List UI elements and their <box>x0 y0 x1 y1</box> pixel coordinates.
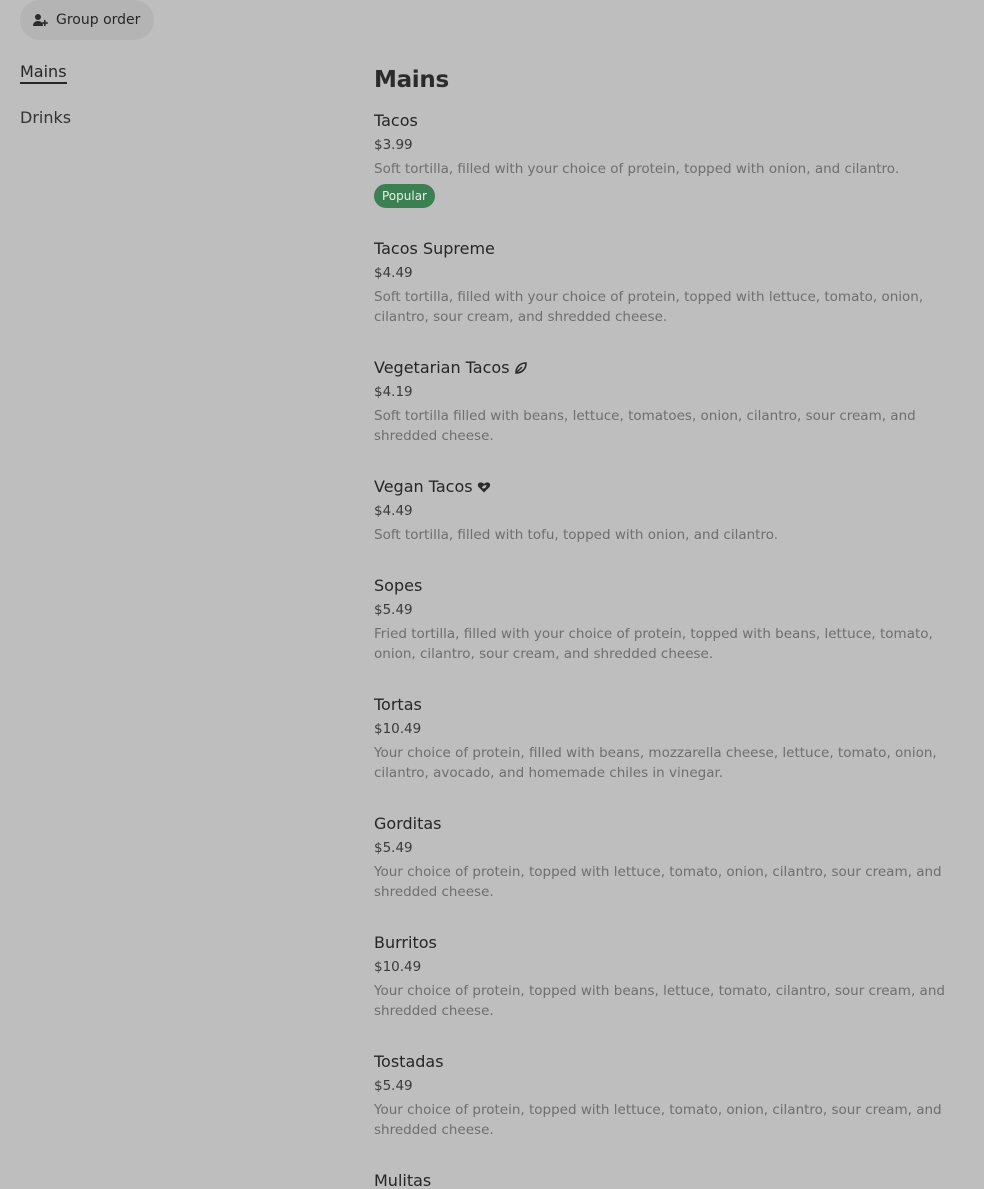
section-title: Mains <box>374 67 449 93</box>
menu-item[interactable]: Sopes $5.49 Fried tortilla, filled with … <box>374 575 954 664</box>
menu-content: Mains Tacos $3.99 Soft tortilla, filled … <box>374 64 954 1189</box>
item-price: $5.49 <box>374 602 413 618</box>
group-order-button[interactable]: Group order <box>20 0 154 40</box>
menu-item[interactable]: Burritos $10.49 Your choice of protein, … <box>374 932 954 1021</box>
item-price: $4.19 <box>374 384 413 400</box>
menu-item[interactable]: Tostadas $5.49 Your choice of protein, t… <box>374 1051 954 1140</box>
item-price: $10.49 <box>374 721 422 737</box>
item-description: Your choice of protein, topped with bean… <box>374 983 945 1019</box>
menu-item[interactable]: Mulitas <box>374 1170 954 1189</box>
item-description: Soft tortilla, filled with your choice o… <box>374 161 900 177</box>
item-description: Soft tortilla, filled with your choice o… <box>374 289 924 325</box>
item-price: $3.99 <box>374 137 413 153</box>
item-price: $5.49 <box>374 840 413 856</box>
item-price: $5.49 <box>374 1078 413 1094</box>
item-name: Tacos <box>374 111 418 130</box>
item-name: Gorditas <box>374 814 442 833</box>
item-name: Tacos Supreme <box>374 239 495 258</box>
item-price: $10.49 <box>374 959 422 975</box>
category-nav: Mains Drinks <box>20 62 71 147</box>
leaf-icon <box>514 361 528 375</box>
item-description: Your choice of protein, filled with bean… <box>374 745 937 781</box>
item-description: Fried tortilla, filled with your choice … <box>374 626 933 662</box>
item-name: Tortas <box>374 695 422 714</box>
item-name: Burritos <box>374 933 437 952</box>
add-person-icon <box>32 12 48 28</box>
item-description: Soft tortilla, filled with tofu, topped … <box>374 527 779 543</box>
menu-item[interactable]: Tacos Supreme $4.49 Soft tortilla, fille… <box>374 238 954 327</box>
heart-leaf-icon <box>477 480 491 494</box>
item-name: Sopes <box>374 576 423 595</box>
item-description: Soft tortilla filled with beans, lettuce… <box>374 408 916 444</box>
item-name-row: Vegan Tacos <box>374 476 954 498</box>
menu-page: Group order Mains Drinks Mains Tacos $3.… <box>0 0 984 1189</box>
menu-item[interactable]: Vegetarian Tacos $4.19 Soft tortilla fil… <box>374 357 954 446</box>
item-name: Tostadas <box>374 1052 444 1071</box>
menu-item[interactable]: Vegan Tacos $4.49 Soft tortilla, filled … <box>374 476 954 545</box>
item-name: Mulitas <box>374 1171 432 1189</box>
item-name-row: Vegetarian Tacos <box>374 357 954 379</box>
item-name: Vegetarian Tacos <box>374 358 510 377</box>
item-description: Your choice of protein, topped with lett… <box>374 1102 942 1138</box>
item-price: $4.49 <box>374 265 413 281</box>
popular-badge: Popular <box>374 184 435 208</box>
menu-item[interactable]: Gorditas $5.49 Your choice of protein, t… <box>374 813 954 902</box>
nav-item-mains[interactable]: Mains <box>20 62 67 84</box>
menu-item[interactable]: Tacos $3.99 Soft tortilla, filled with y… <box>374 110 954 208</box>
item-name: Vegan Tacos <box>374 477 473 496</box>
menu-item[interactable]: Tortas $10.49 Your choice of protein, fi… <box>374 694 954 783</box>
item-price: $4.49 <box>374 503 413 519</box>
item-description: Your choice of protein, topped with lett… <box>374 864 942 900</box>
nav-item-drinks[interactable]: Drinks <box>20 108 71 127</box>
group-order-label: Group order <box>56 12 141 28</box>
